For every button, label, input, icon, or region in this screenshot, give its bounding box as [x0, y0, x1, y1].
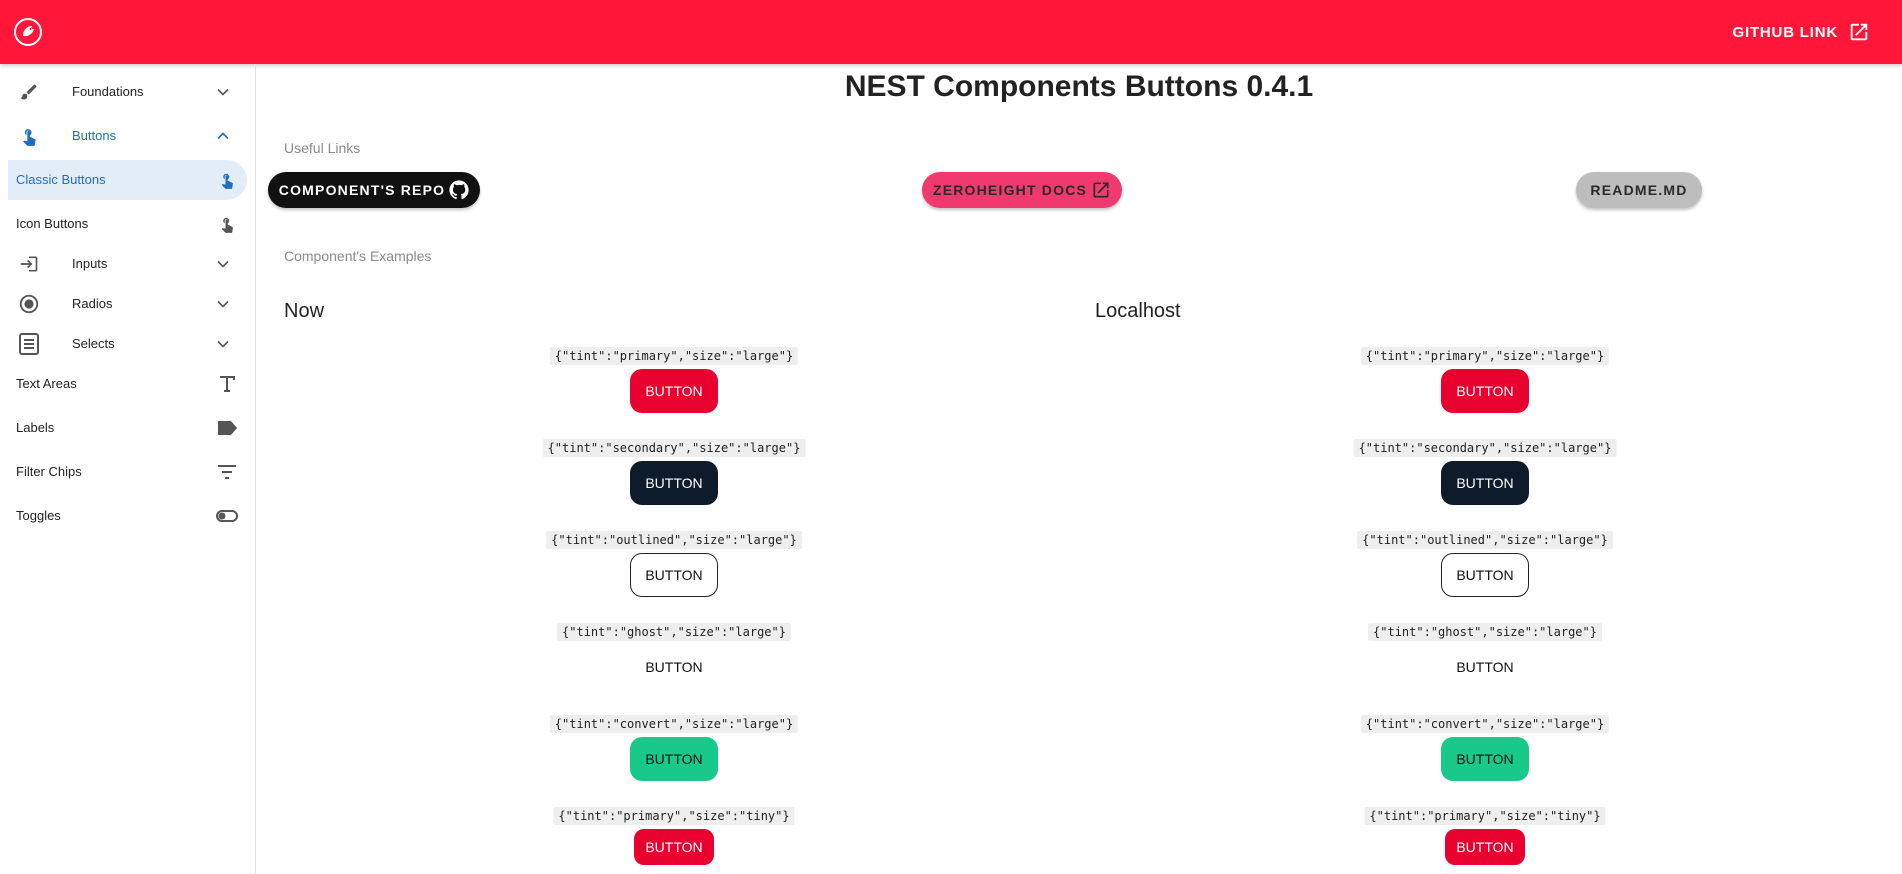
example-code-label: {"tint":"primary","size":"large"}: [549, 347, 799, 365]
chevron-down-icon: [217, 88, 229, 96]
label-icon: [216, 417, 238, 439]
filter-icon: [216, 461, 238, 483]
radio-icon: [18, 293, 40, 315]
sidebar-item-text-areas[interactable]: Text Areas: [8, 364, 248, 404]
sidebar-item-label: Toggles: [16, 508, 61, 523]
ghost-large-button[interactable]: BUTTON: [1441, 645, 1529, 689]
bird-logo-icon[interactable]: [14, 18, 42, 46]
example-code-label: {"tint":"secondary","size":"large"}: [542, 439, 806, 457]
sidebar-item-icon-buttons[interactable]: Icon Buttons: [8, 204, 248, 244]
outlined-large-button[interactable]: BUTTON: [630, 553, 718, 597]
readme-label: README.MD: [1590, 182, 1688, 198]
sidebar-item-toggles[interactable]: Toggles: [8, 496, 248, 536]
top-app-bar: GITHUB LINK: [0, 0, 1902, 64]
useful-links-label: Useful Links: [284, 140, 361, 156]
page-title: NEST Components Buttons 0.4.1: [844, 70, 1314, 103]
sidebar-item-label: Foundations: [72, 84, 144, 99]
zeroheight-docs-button[interactable]: ZEROHEIGHT DOCS: [922, 172, 1122, 208]
chevron-up-icon: [217, 132, 229, 140]
login-icon: [18, 253, 40, 275]
open-in-new-icon: [1093, 182, 1109, 198]
example-code-label: {"tint":"convert","size":"large"}: [1360, 715, 1610, 733]
chevron-down-icon: [217, 300, 229, 308]
example-code-label: {"tint":"convert","size":"large"}: [549, 715, 799, 733]
primary-tiny-button[interactable]: BUTTON: [1445, 829, 1525, 865]
chevron-down-icon: [217, 260, 229, 268]
sidebar-item-label: Filter Chips: [16, 464, 82, 479]
chevron-down-icon: [217, 340, 229, 348]
sidebar-item-radios[interactable]: Radios: [8, 290, 248, 318]
sidebar-item-foundations[interactable]: Foundations: [8, 78, 248, 106]
convert-large-button[interactable]: BUTTON: [630, 737, 718, 781]
zeroheight-docs-label: ZEROHEIGHT DOCS: [932, 182, 1088, 198]
sidebar-item-label: Labels: [16, 420, 55, 435]
sidebar-item-buttons[interactable]: Buttons: [8, 122, 248, 150]
github-link-label: GITHUB LINK: [1732, 23, 1838, 41]
component-repo-label: COMPONENT'S REPO: [278, 182, 446, 198]
list-icon: [18, 333, 40, 355]
sidebar-item-filter-chips[interactable]: Filter Chips: [8, 452, 248, 492]
convert-large-button[interactable]: BUTTON: [1441, 737, 1529, 781]
outlined-large-button[interactable]: BUTTON: [1441, 553, 1529, 597]
column-heading-now: Now: [284, 300, 325, 322]
example-code-label: {"tint":"primary","size":"tiny"}: [553, 807, 795, 825]
example-code-label: {"tint":"primary","size":"tiny"}: [1364, 807, 1606, 825]
sidebar-item-label: Icon Buttons: [16, 216, 89, 231]
main-content: NEST Components Buttons 0.4.1 Useful Lin…: [256, 64, 1902, 874]
text-icon: [216, 373, 238, 395]
column-heading-localhost: Localhost: [1095, 300, 1181, 322]
example-code-label: {"tint":"outlined","size":"large"}: [1357, 531, 1613, 549]
primary-large-button[interactable]: BUTTON: [1441, 369, 1529, 413]
touch-icon: [216, 213, 238, 235]
example-code-label: {"tint":"ghost","size":"large"}: [1368, 623, 1602, 641]
sidebar-item-label: Selects: [72, 336, 115, 351]
open-in-new-icon: [1850, 23, 1868, 41]
sidebar-item-inputs[interactable]: Inputs: [8, 250, 248, 278]
primary-large-button[interactable]: BUTTON: [630, 369, 718, 413]
sidebar-item-labels[interactable]: Labels: [8, 408, 248, 448]
ghost-large-button[interactable]: BUTTON: [630, 645, 718, 689]
component-repo-button[interactable]: COMPONENT'S REPO: [268, 172, 480, 208]
sidebar-item-label: Inputs: [72, 256, 108, 271]
secondary-large-button[interactable]: BUTTON: [1441, 461, 1529, 505]
paintbrush-icon: [18, 81, 40, 103]
primary-tiny-button[interactable]: BUTTON: [634, 829, 714, 865]
sidebar-item-label: Classic Buttons: [16, 172, 106, 187]
sidebar-item-label: Buttons: [72, 128, 117, 143]
example-code-label: {"tint":"primary","size":"large"}: [1360, 347, 1610, 365]
sidebar-item-label: Radios: [72, 296, 113, 311]
sidebar-item-selects[interactable]: Selects: [8, 330, 248, 358]
toggle-icon: [216, 505, 238, 527]
sidebar-item-label: Text Areas: [16, 376, 77, 391]
example-code-label: {"tint":"outlined","size":"large"}: [546, 531, 802, 549]
sidebar: Foundations Buttons Classic Buttons Icon…: [0, 64, 256, 874]
readme-button[interactable]: README.MD: [1576, 172, 1702, 208]
sidebar-item-classic-buttons[interactable]: Classic Buttons: [8, 160, 247, 200]
component-examples-label: Component's Examples: [284, 248, 432, 264]
github-link[interactable]: GITHUB LINK: [1733, 20, 1870, 44]
example-code-label: {"tint":"ghost","size":"large"}: [557, 623, 791, 641]
github-icon: [449, 180, 469, 200]
touch-icon: [18, 125, 40, 147]
example-code-label: {"tint":"secondary","size":"large"}: [1353, 439, 1617, 457]
secondary-large-button[interactable]: BUTTON: [630, 461, 718, 505]
touch-icon: [216, 169, 238, 191]
